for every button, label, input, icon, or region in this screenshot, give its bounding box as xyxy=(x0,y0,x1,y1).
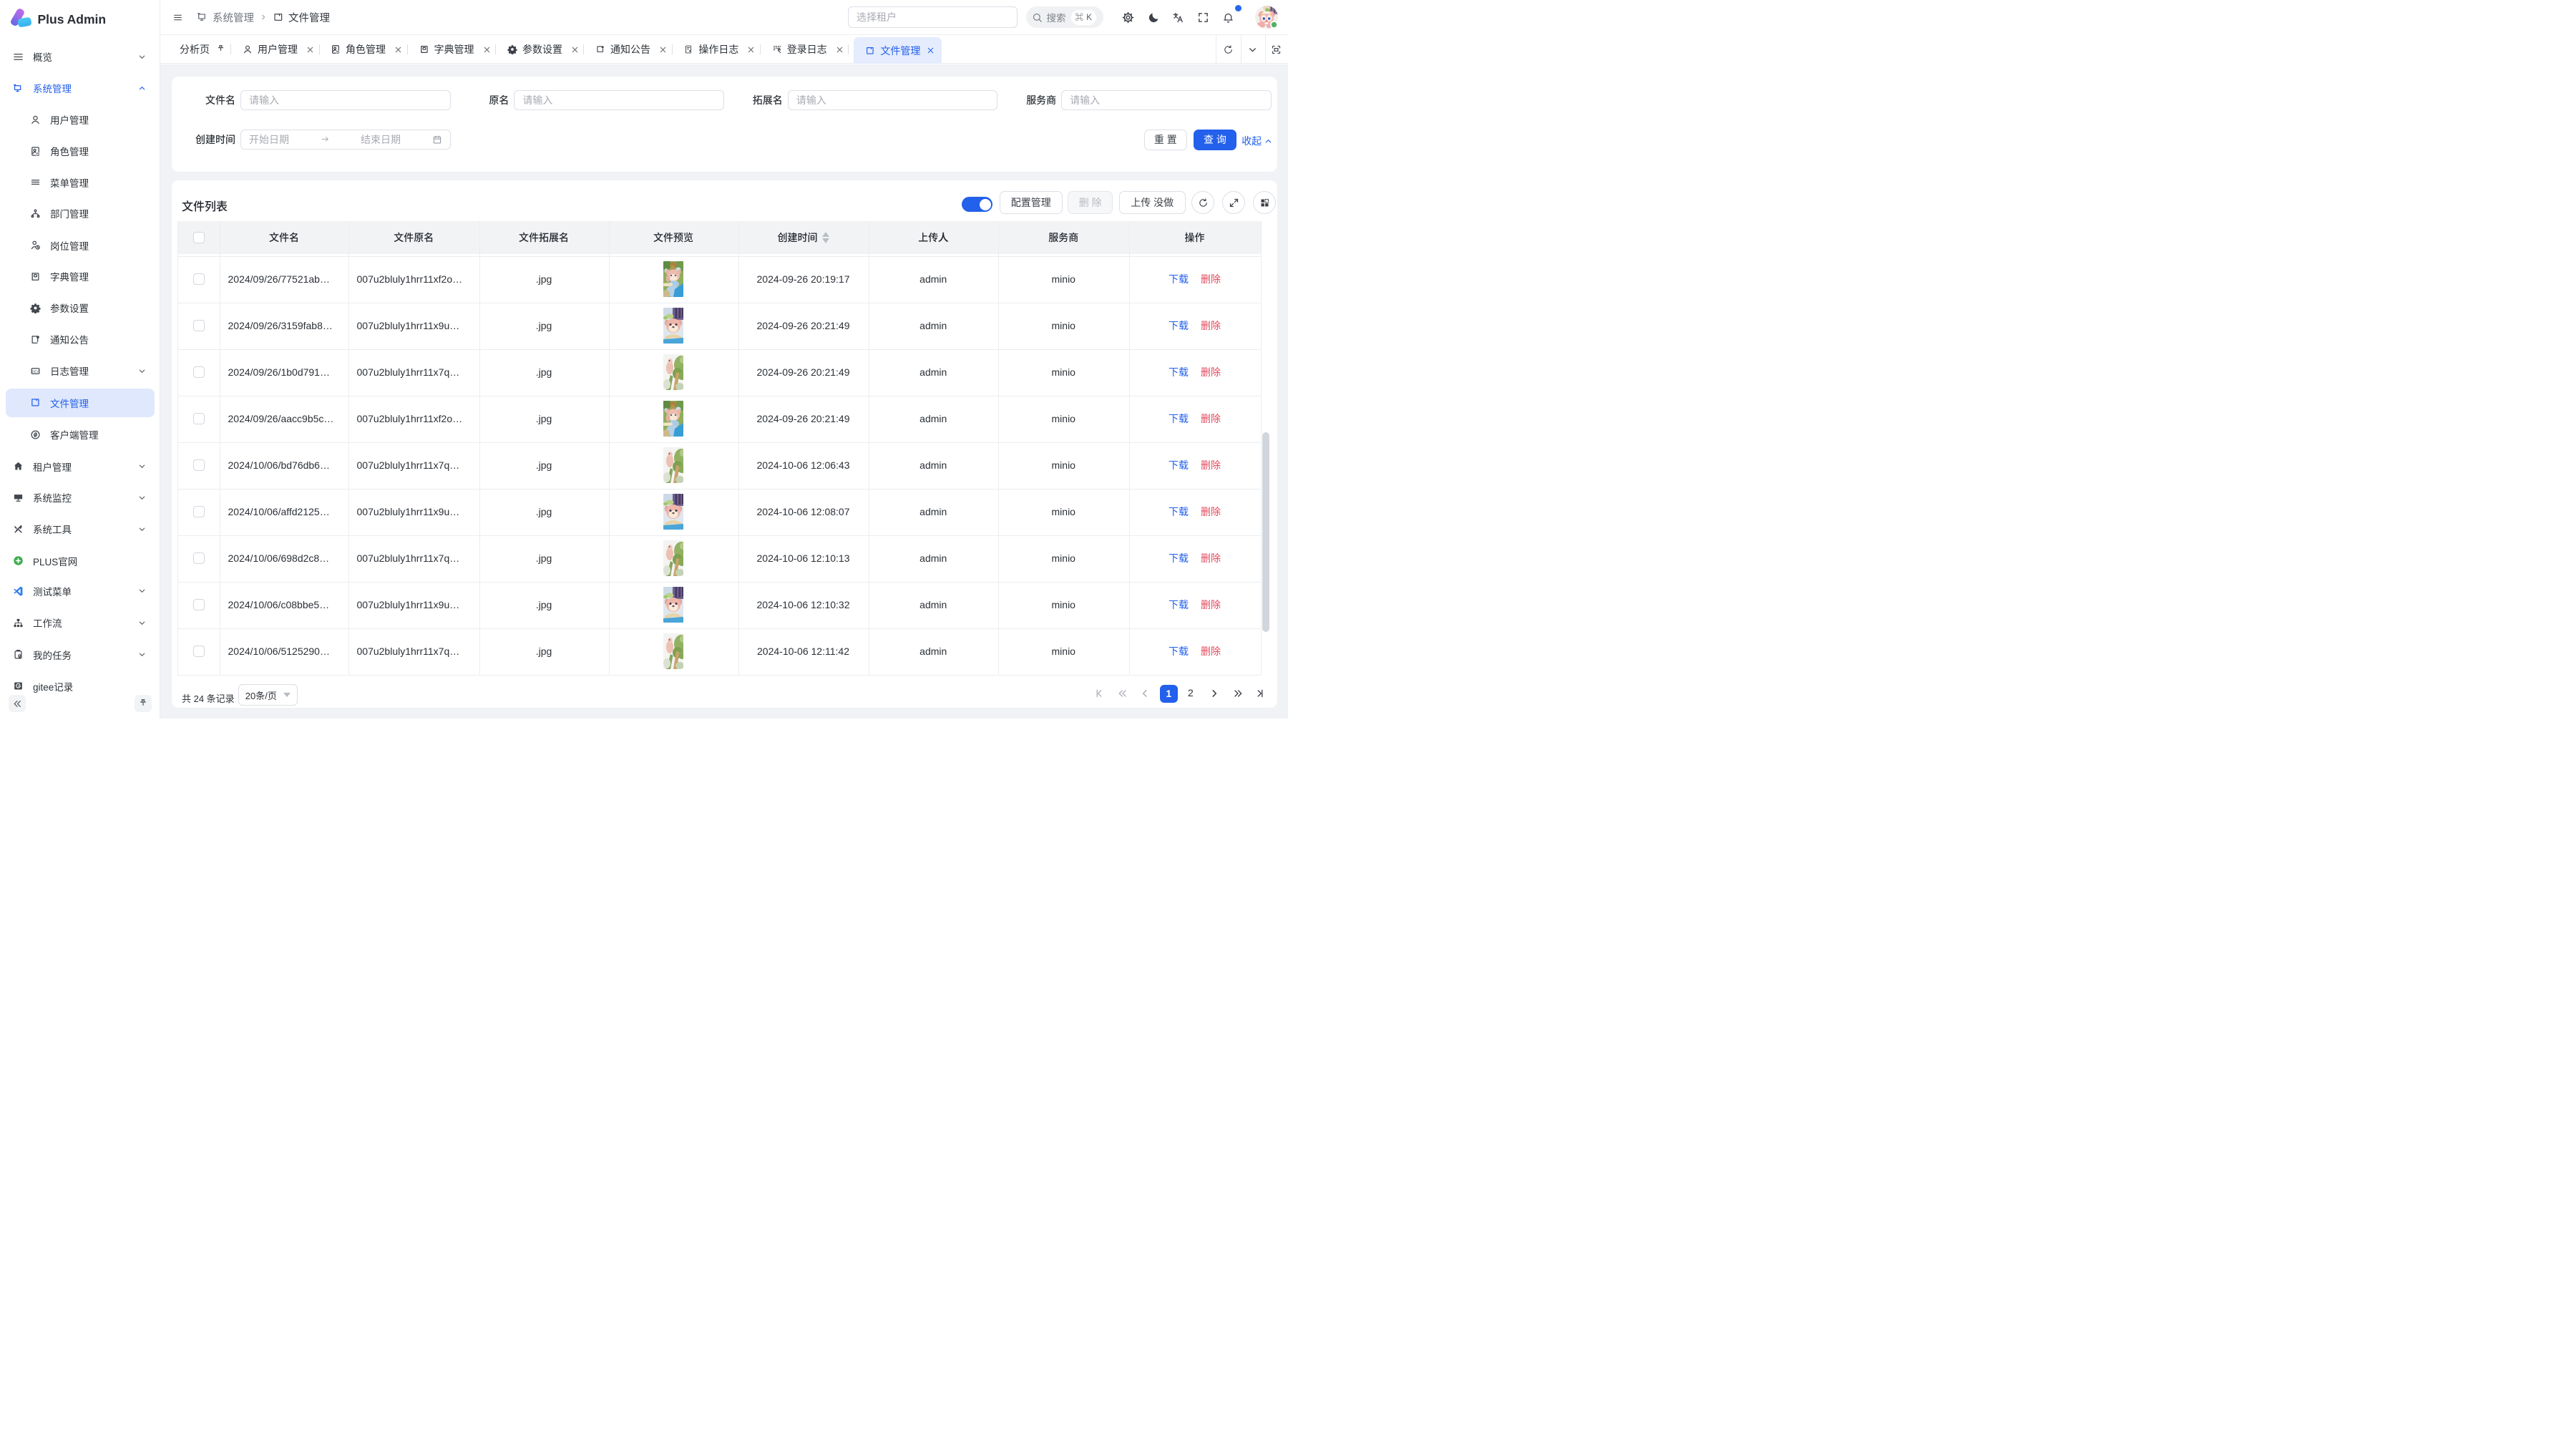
svg-text:DEV: DEV xyxy=(32,369,39,373)
